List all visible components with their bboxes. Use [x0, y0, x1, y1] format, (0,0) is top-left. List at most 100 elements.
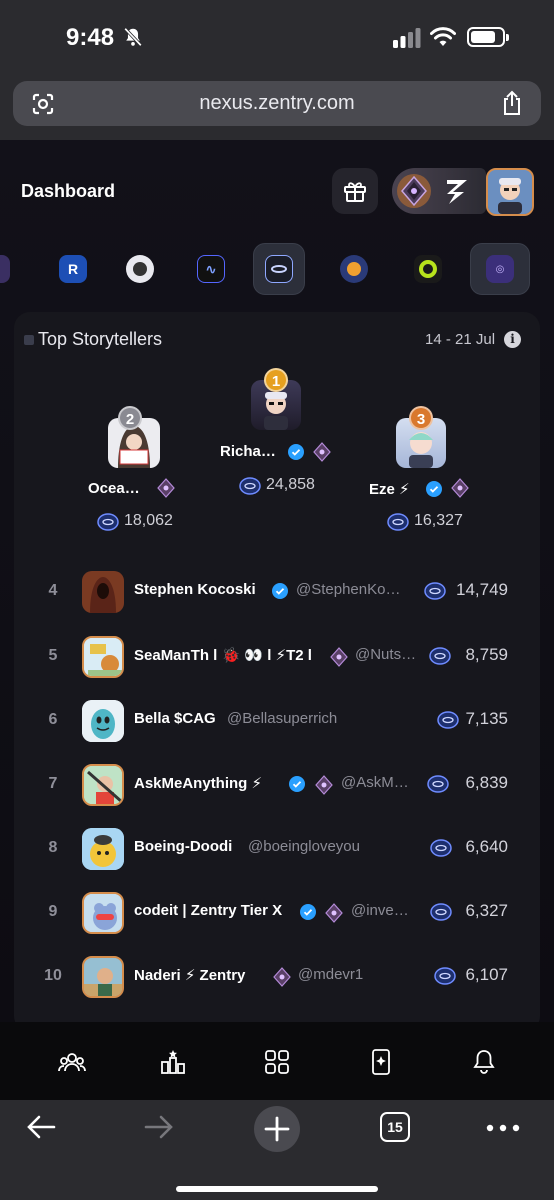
rewards-button[interactable] — [332, 168, 378, 214]
status-bar: 9:48 — [0, 0, 554, 78]
row-handle: @StephenKo… — [296, 581, 401, 598]
notifications-bell-icon[interactable] — [470, 1048, 498, 1076]
signal-icon — [393, 28, 421, 48]
row-score: 8,759 — [465, 645, 508, 664]
row-avatar — [82, 764, 124, 806]
app-icon-7[interactable] — [402, 243, 454, 295]
tab-switcher-button[interactable]: 15 — [380, 1112, 410, 1142]
guild-emblem-icon — [397, 174, 431, 208]
xp-coin-icon — [434, 967, 456, 985]
app-icon-6[interactable] — [328, 243, 380, 295]
row-avatar — [82, 956, 124, 998]
verified-badge-icon — [289, 776, 305, 792]
leaderboard-row[interactable]: 10 Naderi ⚡ Zentry @mdevr1 6,107 — [14, 945, 540, 1009]
avatar-image — [488, 170, 532, 214]
zentry-logo-icon — [447, 180, 467, 204]
avatar-image — [84, 958, 122, 996]
row-handle: @inve… — [351, 902, 409, 919]
xp-coin-icon — [424, 582, 446, 600]
avatar-image — [82, 571, 124, 613]
row-rank: 5 — [48, 647, 58, 664]
row-score: 6,640 — [465, 837, 508, 856]
rank-badge-2: 2 — [118, 406, 142, 430]
row-score: 14,749 — [456, 580, 508, 599]
guild-emblem-icon — [157, 478, 175, 498]
apps-grid-icon[interactable] — [263, 1048, 291, 1076]
row-avatar — [82, 571, 124, 613]
app-icon-4[interactable]: ∿ — [185, 243, 237, 295]
app-icon-5-selected[interactable] — [253, 243, 305, 295]
xp-coin-icon — [437, 711, 459, 729]
wifi-icon — [430, 27, 456, 46]
row-name: codeit | Zentry Tier X — [134, 902, 283, 919]
avatar-image — [84, 638, 122, 676]
guild-emblem-icon — [313, 442, 331, 462]
app-selector-strip: R ∿ ◎ — [0, 243, 554, 295]
leaderboard-icon[interactable] — [159, 1048, 187, 1076]
verified-badge-icon — [426, 481, 442, 497]
row-rank: 10 — [44, 967, 62, 984]
page-title: Dashboard — [21, 181, 116, 201]
card-sparkle-icon[interactable] — [367, 1048, 395, 1076]
home-indicator[interactable] — [176, 1186, 378, 1192]
verified-badge-icon — [288, 444, 304, 460]
leaderboard-title: Top Storytellers — [38, 329, 163, 349]
address-bar[interactable]: nexus.zentry.com — [13, 81, 541, 126]
leaderboard-date-range[interactable]: 14 - 21 Jul — [425, 331, 495, 348]
podium-score-3: 16,327 — [414, 512, 463, 529]
row-rank: 7 — [48, 775, 58, 792]
leaderboard-row[interactable]: 9 codeit | Zentry Tier X @inve… 6,327 — [14, 881, 540, 945]
podium-name-2[interactable]: Ocea… — [88, 480, 140, 497]
app-icon-2[interactable]: R — [47, 243, 99, 295]
row-avatar — [82, 828, 124, 870]
verified-badge-icon — [300, 904, 316, 920]
new-tab-button[interactable] — [254, 1106, 300, 1152]
forward-arrow-icon[interactable] — [144, 1114, 174, 1140]
avatar-image — [82, 700, 124, 742]
app-bottom-nav — [0, 1022, 554, 1100]
battery-icon — [467, 27, 509, 47]
xp-coin-icon — [427, 775, 449, 793]
row-handle: @boeingloveyou — [248, 838, 360, 855]
user-avatar[interactable] — [486, 168, 534, 216]
guild-emblem-icon — [273, 967, 291, 987]
more-options-icon[interactable] — [486, 1124, 520, 1132]
row-name: Bella $CAG — [134, 710, 216, 727]
back-arrow-icon[interactable] — [26, 1114, 56, 1140]
app-icon-8[interactable]: ◎ — [470, 243, 530, 295]
xp-coin-icon — [430, 903, 452, 921]
row-name: Stephen Kocoski — [134, 581, 256, 598]
leaderboard-row[interactable]: 8 Boeing-Doodi @boeingloveyou 6,640 — [14, 817, 540, 881]
info-icon[interactable]: i — [504, 331, 521, 348]
podium-name-3[interactable]: Eze ⚡ — [369, 480, 410, 498]
app-icon-1[interactable] — [0, 243, 22, 295]
leaderboard-row[interactable]: 7 AskMeAnything ⚡ @AskM… 6,839 — [14, 753, 540, 817]
row-handle: @Nuts… — [355, 646, 417, 663]
rank-badge-3: 3 — [409, 406, 433, 430]
browser-toolbar: 15 — [0, 1100, 554, 1200]
profile-switch-pill[interactable] — [392, 168, 486, 214]
row-handle: @Bellasuperrich — [227, 710, 338, 727]
leaderboard-row[interactable]: 4 Stephen Kocoski @StephenKo… 14,749 — [14, 560, 540, 624]
row-avatar — [82, 892, 124, 934]
row-rank: 4 — [48, 582, 58, 599]
plus-icon — [264, 1116, 290, 1142]
row-score: 6,839 — [465, 773, 508, 792]
verified-badge-icon — [272, 583, 288, 599]
podium-name-1[interactable]: Richa… — [220, 443, 276, 460]
share-icon[interactable] — [501, 90, 523, 116]
podium-score-2: 18,062 — [124, 512, 173, 529]
leaderboard-row[interactable]: 6 Bella $CAG @Bellasuperrich 7,135 — [14, 689, 540, 753]
xp-coin-icon — [430, 839, 452, 857]
community-icon[interactable] — [58, 1048, 86, 1076]
row-handle: @mdevr1 — [298, 966, 364, 983]
row-score: 6,327 — [465, 901, 508, 920]
leaderboard-row[interactable]: 5 SeaManTh l 🐞 👀 l ⚡T2 l @Nuts… 8,759 — [14, 625, 540, 689]
avatar-image — [84, 766, 122, 804]
guild-emblem-icon — [451, 478, 469, 498]
url-text[interactable]: nexus.zentry.com — [13, 92, 541, 115]
avatar-image — [84, 894, 122, 932]
guild-emblem-icon — [330, 647, 348, 667]
app-icon-3[interactable] — [114, 243, 166, 295]
xp-coin-icon — [429, 647, 451, 665]
